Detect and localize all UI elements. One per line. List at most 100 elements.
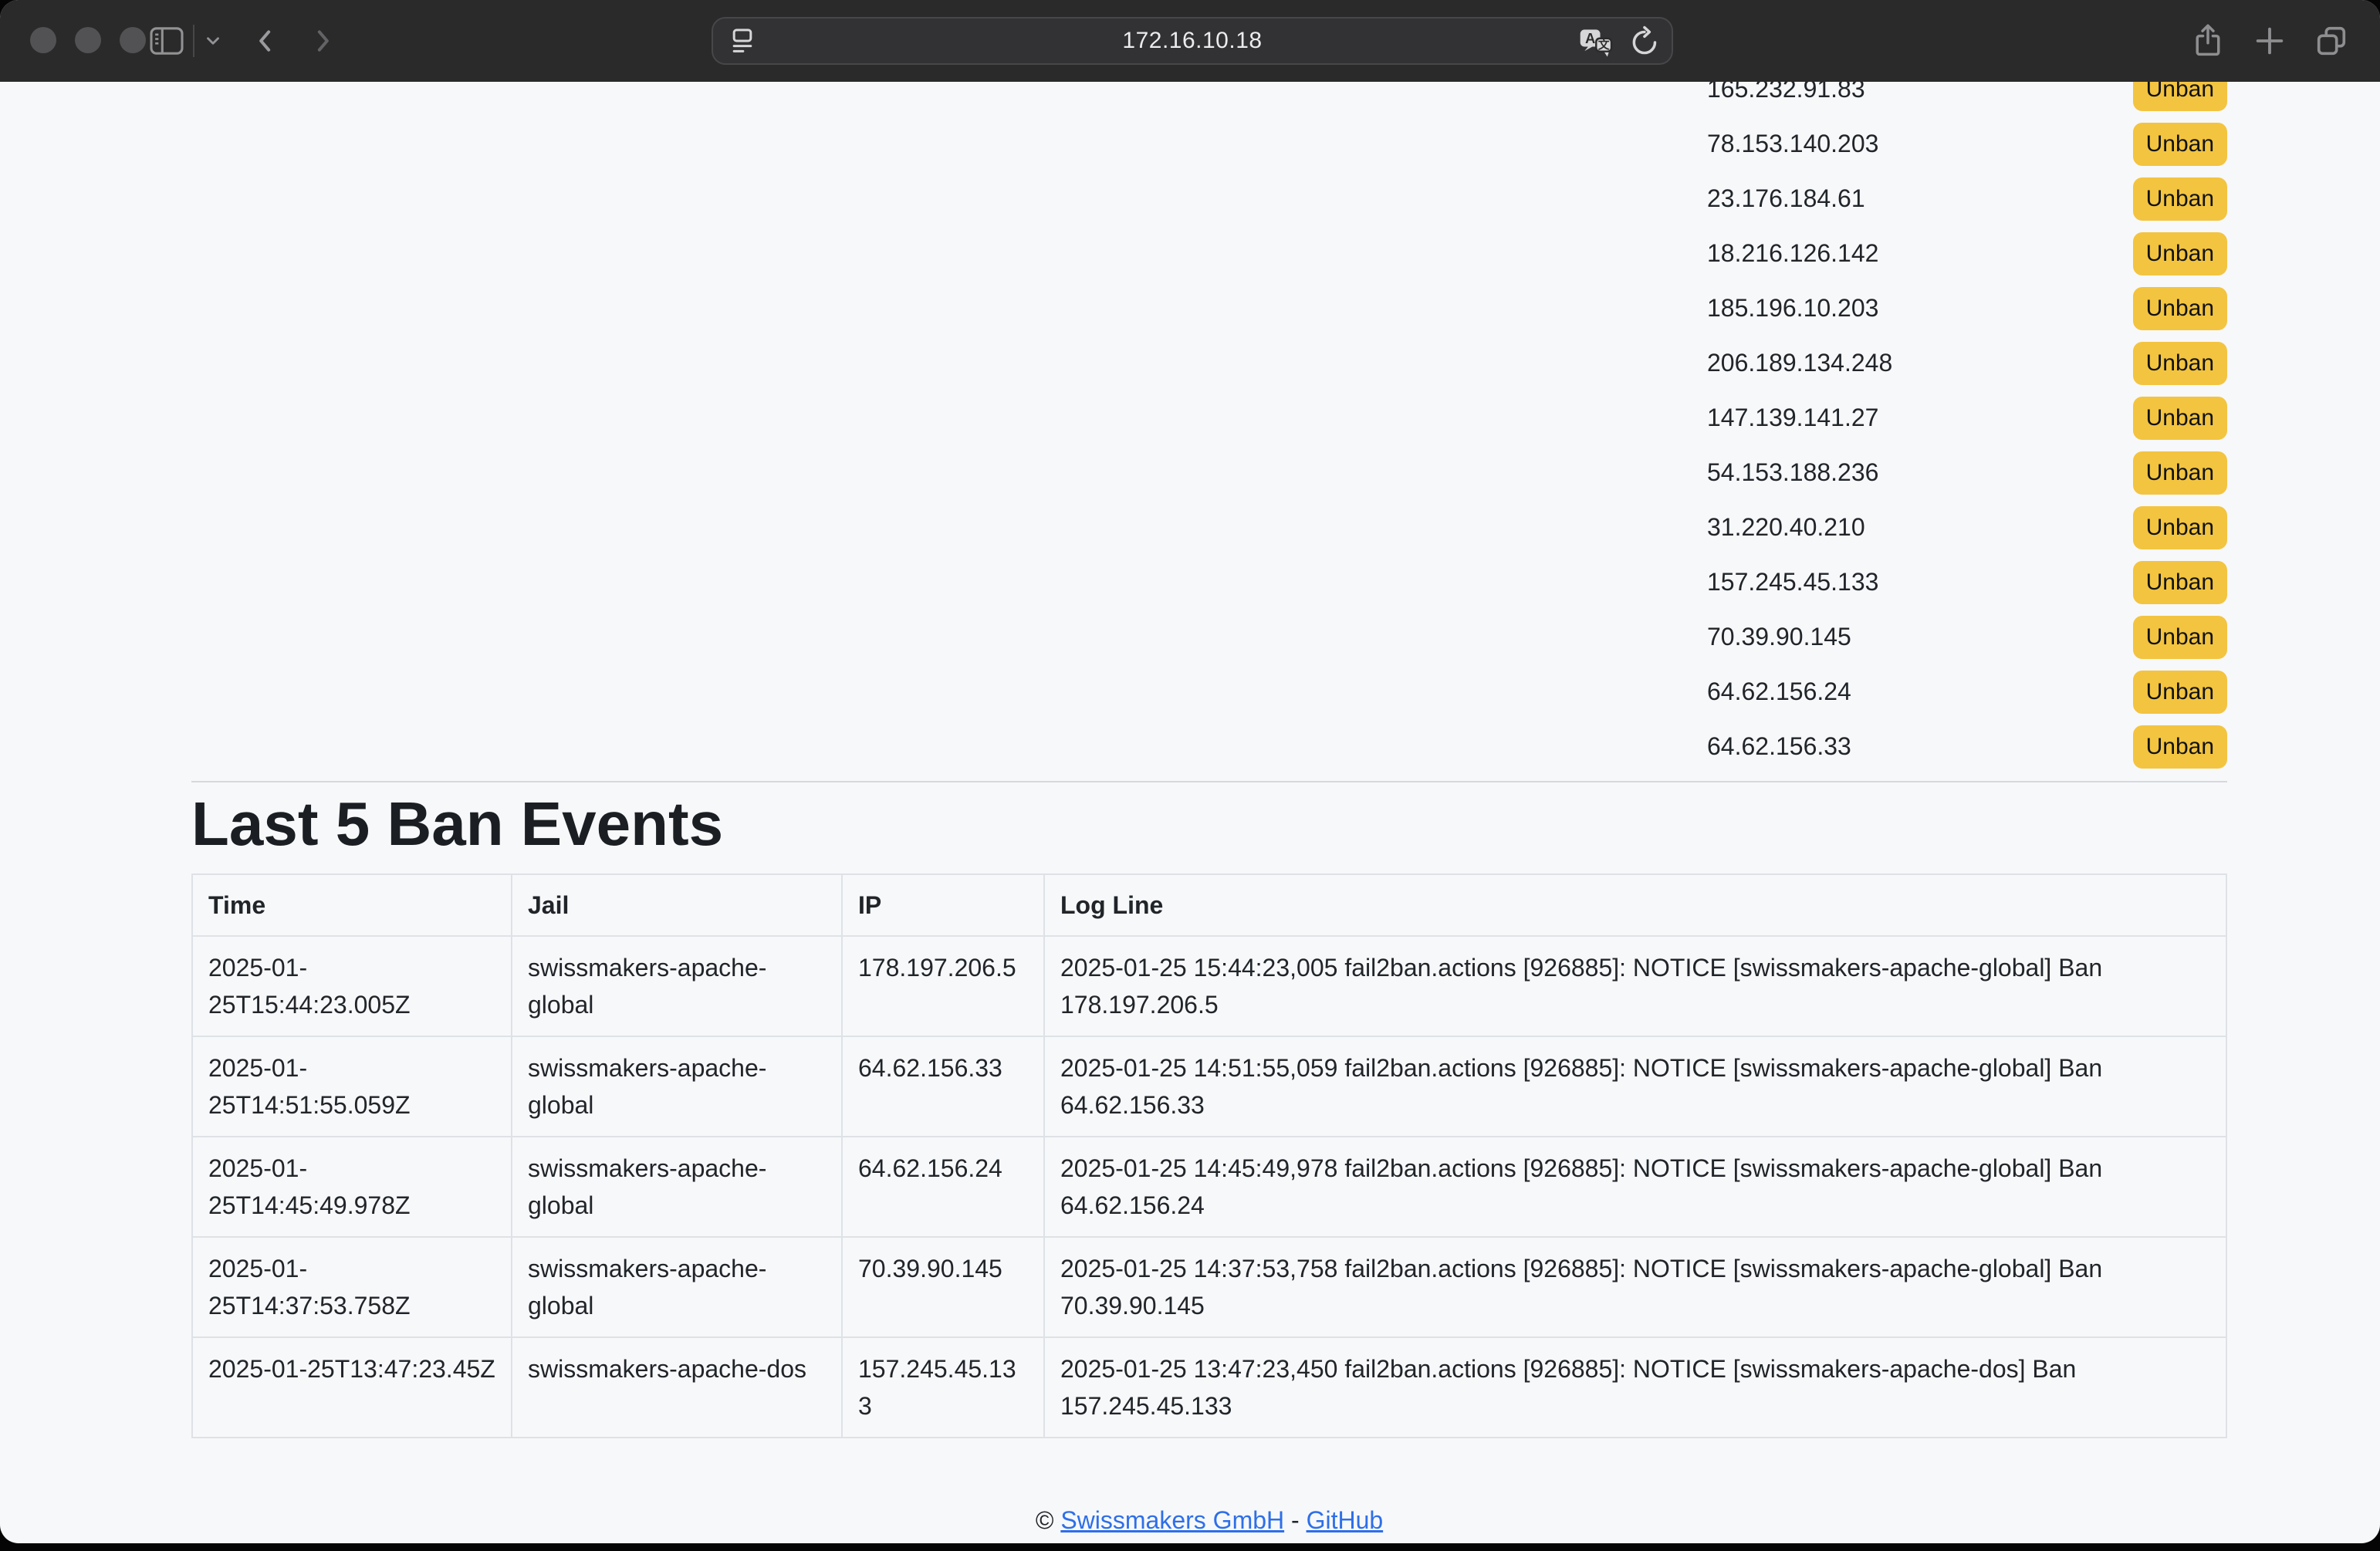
banned-ip-row: 18.216.126.142 Unban xyxy=(1707,226,2227,281)
swissmakers-link[interactable]: Swissmakers GmbH xyxy=(1060,1506,1284,1534)
banned-ip: 54.153.188.236 xyxy=(1707,458,1878,487)
unban-button[interactable]: Unban xyxy=(2133,506,2227,549)
event-ip: 157.245.45.133 xyxy=(842,1337,1044,1438)
event-time: 2025-01-25T15:44:23.005Z xyxy=(192,936,512,1036)
event-ip: 178.197.206.5 xyxy=(842,936,1044,1036)
unban-button[interactable]: Unban xyxy=(2133,671,2227,714)
event-ip: 70.39.90.145 xyxy=(842,1237,1044,1337)
column-header-jail: Jail xyxy=(512,874,842,936)
share-icon xyxy=(2191,22,2225,60)
unban-button[interactable]: Unban xyxy=(2133,616,2227,659)
event-jail: swissmakers-apache-global xyxy=(512,1036,842,1137)
show-tabs-button[interactable] xyxy=(2312,0,2351,82)
event-time: 2025-01-25T14:45:49.978Z xyxy=(192,1137,512,1237)
back-button[interactable] xyxy=(245,0,286,82)
banned-ip-row: 70.39.90.145 Unban xyxy=(1707,610,2227,664)
page-footer: © Swissmakers GmbH - GitHub xyxy=(191,1502,2227,1539)
banned-ip: 23.176.184.61 xyxy=(1707,184,1865,213)
translate-icon[interactable]: A 文 xyxy=(1577,24,1614,65)
unban-button[interactable]: Unban xyxy=(2133,397,2227,440)
unban-button[interactable]: Unban xyxy=(2133,561,2227,604)
svg-text:A: A xyxy=(1585,30,1595,46)
table-row: 2025-01-25T15:44:23.005Z swissmakers-apa… xyxy=(192,936,2226,1036)
page-content: 165.232.91.83 Unban 78.153.140.203 Unban… xyxy=(0,0,2380,1543)
banned-ip: 78.153.140.203 xyxy=(1707,130,1878,158)
banned-ip-row: 54.153.188.236 Unban xyxy=(1707,445,2227,500)
svg-text:文: 文 xyxy=(1598,38,1610,52)
toolbar-separator xyxy=(193,25,194,57)
banned-ip: 70.39.90.145 xyxy=(1707,623,1851,651)
event-jail: swissmakers-apache-global xyxy=(512,936,842,1036)
banned-ip-row: 31.220.40.210 Unban xyxy=(1707,500,2227,555)
banned-ip: 64.62.156.33 xyxy=(1707,732,1851,761)
footer-separator: - xyxy=(1291,1506,1300,1534)
table-header-row: Time Jail IP Log Line xyxy=(192,874,2226,936)
reload-icon[interactable] xyxy=(1627,25,1661,63)
github-link[interactable]: GitHub xyxy=(1307,1506,1384,1534)
unban-button[interactable]: Unban xyxy=(2133,123,2227,166)
event-time: 2025-01-25T14:51:55.059Z xyxy=(192,1036,512,1137)
event-ip: 64.62.156.24 xyxy=(842,1137,1044,1237)
event-log: 2025-01-25 14:45:49,978 fail2ban.actions… xyxy=(1044,1137,2226,1237)
ban-events-title: Last 5 Ban Events xyxy=(191,787,723,861)
chevron-right-icon xyxy=(307,23,338,59)
unban-button[interactable]: Unban xyxy=(2133,232,2227,275)
new-tab-button[interactable] xyxy=(2250,0,2289,82)
banned-ip: 185.196.10.203 xyxy=(1707,294,1878,323)
table-row: 2025-01-25T13:47:23.45Z swissmakers-apac… xyxy=(192,1337,2226,1438)
banned-ip: 18.216.126.142 xyxy=(1707,239,1878,268)
ban-events-table: Time Jail IP Log Line 2025-01-25T15:44:2… xyxy=(191,873,2227,1438)
event-log: 2025-01-25 15:44:23,005 fail2ban.actions… xyxy=(1044,936,2226,1036)
forward-button[interactable] xyxy=(303,0,343,82)
minimize-window-button[interactable] xyxy=(75,27,101,53)
unban-button[interactable]: Unban xyxy=(2133,342,2227,385)
banned-ip: 31.220.40.210 xyxy=(1707,513,1865,542)
event-log: 2025-01-25 14:51:55,059 fail2ban.actions… xyxy=(1044,1036,2226,1137)
banned-ip: 157.245.45.133 xyxy=(1707,568,1878,596)
banned-ip-row: 157.245.45.133 Unban xyxy=(1707,555,2227,610)
banned-ip-row: 64.62.156.33 Unban xyxy=(1707,719,2227,774)
banned-ip-row: 78.153.140.203 Unban xyxy=(1707,117,2227,171)
event-jail: swissmakers-apache-dos xyxy=(512,1337,842,1438)
url-text: 172.16.10.18 xyxy=(713,19,1672,63)
share-button[interactable] xyxy=(2189,0,2227,82)
unban-button[interactable]: Unban xyxy=(2133,287,2227,330)
section-divider xyxy=(191,781,2227,782)
tab-overview-icon xyxy=(2314,23,2349,59)
copyright-symbol: © xyxy=(1036,1506,1054,1534)
close-window-button[interactable] xyxy=(30,27,56,53)
browser-window: 165.232.91.83 Unban 78.153.140.203 Unban… xyxy=(0,0,2380,1543)
event-jail: swissmakers-apache-global xyxy=(512,1137,842,1237)
banned-ip-row: 147.139.141.27 Unban xyxy=(1707,390,2227,445)
event-time: 2025-01-25T13:47:23.45Z xyxy=(192,1337,512,1438)
sidebar-menu-button[interactable] xyxy=(198,0,228,82)
banned-ip-row: 23.176.184.61 Unban xyxy=(1707,171,2227,226)
unban-button[interactable]: Unban xyxy=(2133,451,2227,495)
table-row: 2025-01-25T14:45:49.978Z swissmakers-apa… xyxy=(192,1137,2226,1237)
banned-ip: 206.189.134.248 xyxy=(1707,349,1892,377)
banned-ip: 64.62.156.24 xyxy=(1707,678,1851,706)
sidebar-icon xyxy=(149,25,184,56)
table-row: 2025-01-25T14:37:53.758Z swissmakers-apa… xyxy=(192,1237,2226,1337)
event-jail: swissmakers-apache-global xyxy=(512,1237,842,1337)
browser-toolbar: 172.16.10.18 A 文 xyxy=(0,0,2380,82)
banned-ip-row: 64.62.156.24 Unban xyxy=(1707,664,2227,719)
zoom-window-button[interactable] xyxy=(120,27,146,53)
column-header-ip: IP xyxy=(842,874,1044,936)
event-ip: 64.62.156.33 xyxy=(842,1036,1044,1137)
sidebar-toggle-button[interactable] xyxy=(147,0,187,82)
banned-ip-list: 165.232.91.83 Unban 78.153.140.203 Unban… xyxy=(1707,62,2227,774)
address-bar[interactable]: 172.16.10.18 A 文 xyxy=(712,17,1673,65)
event-time: 2025-01-25T14:37:53.758Z xyxy=(192,1237,512,1337)
banned-ip: 147.139.141.27 xyxy=(1707,404,1878,432)
traffic-lights xyxy=(30,27,146,53)
chevron-down-icon xyxy=(203,31,223,51)
banned-ip-row: 185.196.10.203 Unban xyxy=(1707,281,2227,336)
unban-button[interactable]: Unban xyxy=(2133,177,2227,221)
chevron-left-icon xyxy=(250,23,281,59)
table-row: 2025-01-25T14:51:55.059Z swissmakers-apa… xyxy=(192,1036,2226,1137)
event-log: 2025-01-25 13:47:23,450 fail2ban.actions… xyxy=(1044,1337,2226,1438)
column-header-time: Time xyxy=(192,874,512,936)
column-header-log: Log Line xyxy=(1044,874,2226,936)
unban-button[interactable]: Unban xyxy=(2133,725,2227,769)
